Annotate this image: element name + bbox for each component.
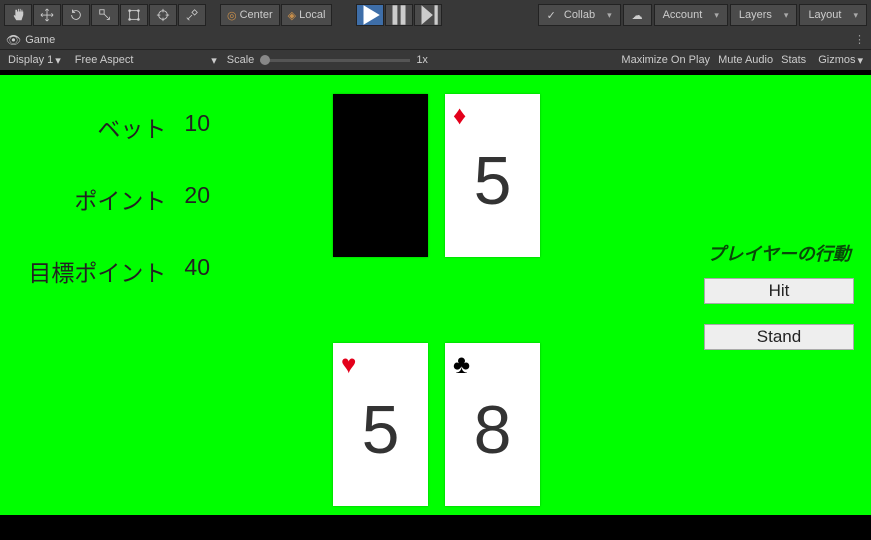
layout-dropdown[interactable]: Layout	[799, 4, 867, 26]
display-label: Display 1	[8, 54, 53, 66]
account-label: Account	[663, 9, 703, 21]
layout-label: Layout	[808, 9, 841, 21]
dealer-card-hidden	[333, 94, 428, 257]
card-value: 5	[445, 142, 540, 220]
rect-tool[interactable]	[120, 4, 148, 26]
target-label: 目標ポイント	[28, 254, 166, 288]
play-button[interactable]	[356, 4, 384, 26]
tab-menu-icon[interactable]: ⋮	[854, 33, 865, 46]
cloud-icon: ☁	[632, 9, 643, 22]
display-dropdown[interactable]: Display 1 ▾	[4, 54, 65, 67]
gizmos-label: Gizmos	[818, 54, 855, 66]
local-icon: ◈	[288, 9, 296, 22]
stats-toggle[interactable]: Stats	[781, 54, 806, 67]
pause-button[interactable]	[385, 4, 413, 26]
card-value: 5	[333, 391, 428, 469]
collab-label: Collab	[564, 9, 595, 21]
player-card: ♣ 8	[445, 343, 540, 506]
action-title: プレイヤーの行動	[699, 240, 859, 266]
pivot-local-label: Local	[299, 9, 325, 21]
scale-label: Scale	[227, 54, 255, 66]
game-stats: ベット 10 ポイント 20 目標ポイント 40	[0, 110, 220, 326]
stand-button[interactable]: Stand	[704, 324, 854, 350]
move-tool[interactable]	[33, 4, 61, 26]
point-row: ポイント 20	[0, 182, 220, 216]
diamond-icon: ♦	[453, 100, 466, 131]
target-row: 目標ポイント 40	[0, 254, 220, 288]
transform-tools	[4, 4, 206, 26]
layers-label: Layers	[739, 9, 772, 21]
layers-dropdown[interactable]: Layers	[730, 4, 798, 26]
tab-row: 👁 Game ⋮	[0, 30, 871, 50]
playback-controls	[356, 4, 442, 26]
chevron-down-icon: ▾	[55, 54, 61, 67]
scale-slider[interactable]	[260, 59, 410, 62]
target-value: 40	[184, 254, 210, 288]
chevron-down-icon: ▾	[211, 54, 217, 67]
game-tab-icon: 👁	[6, 33, 21, 47]
game-field: ベット 10 ポイント 20 目標ポイント 40 ♦ 5 ♥ 5 ♣ 8	[0, 75, 871, 515]
chevron-down-icon: ▾	[857, 54, 863, 67]
rotate-tool[interactable]	[62, 4, 90, 26]
step-button[interactable]	[414, 4, 442, 26]
club-icon: ♣	[453, 349, 470, 380]
game-tab[interactable]: Game	[25, 34, 55, 46]
pivot-local-toggle[interactable]: ◈ Local	[281, 4, 333, 26]
custom-tools[interactable]	[178, 4, 206, 26]
point-label: ポイント	[74, 182, 166, 216]
hand-tool[interactable]	[4, 4, 32, 26]
collab-dropdown[interactable]: ✓ Collab	[538, 4, 621, 26]
heart-icon: ♥	[341, 349, 356, 380]
account-dropdown[interactable]: Account	[654, 4, 728, 26]
point-value: 20	[184, 182, 210, 216]
unity-top-toolbar: ◎ Center ◈ Local ✓ Collab ☁ Account Laye…	[0, 0, 871, 30]
bet-value: 10	[184, 110, 210, 144]
aspect-dropdown[interactable]: Free Aspect ▾	[71, 54, 221, 67]
slider-thumb[interactable]	[260, 55, 270, 65]
pivot-center-toggle[interactable]: ◎ Center	[220, 4, 280, 26]
gizmos-dropdown[interactable]: Gizmos ▾	[814, 54, 867, 67]
bet-label: ベット	[97, 110, 166, 144]
game-control-row: Display 1 ▾ Free Aspect ▾ Scale 1x Maxim…	[0, 50, 871, 70]
game-view: ベット 10 ポイント 20 目標ポイント 40 ♦ 5 ♥ 5 ♣ 8	[0, 70, 871, 540]
hit-button[interactable]: Hit	[704, 278, 854, 304]
scale-value: 1x	[416, 54, 428, 66]
cloud-button[interactable]: ☁	[623, 4, 652, 26]
aspect-label: Free Aspect	[75, 54, 134, 66]
scale-tool[interactable]	[91, 4, 119, 26]
maximize-on-play-toggle[interactable]: Maximize On Play	[621, 54, 710, 67]
dealer-card: ♦ 5	[445, 94, 540, 257]
card-value: 8	[445, 391, 540, 469]
player-action-panel: プレイヤーの行動 Hit Stand	[699, 240, 859, 370]
transform-tool[interactable]	[149, 4, 177, 26]
pivot-toggles: ◎ Center ◈ Local	[220, 4, 332, 26]
player-card: ♥ 5	[333, 343, 428, 506]
pivot-center-label: Center	[240, 9, 273, 21]
collab-icon: ✓	[547, 9, 556, 22]
center-icon: ◎	[227, 9, 237, 22]
mute-audio-toggle[interactable]: Mute Audio	[718, 54, 773, 67]
bet-row: ベット 10	[0, 110, 220, 144]
